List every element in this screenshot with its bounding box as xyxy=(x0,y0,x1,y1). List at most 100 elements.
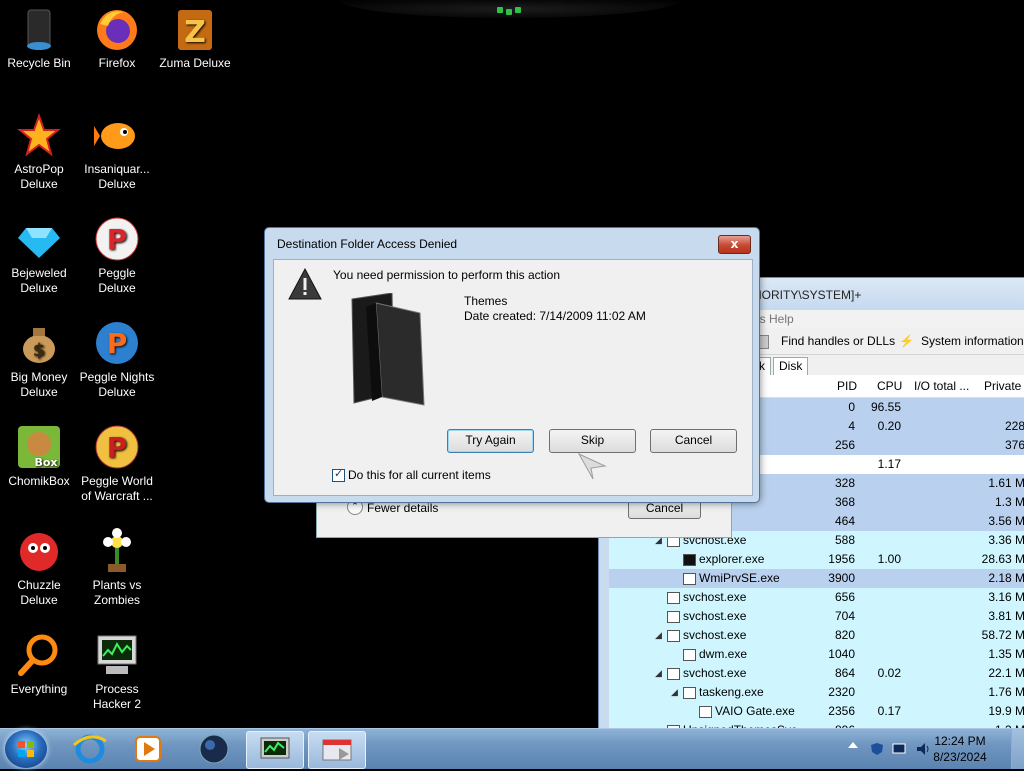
desktop-icon-label: Peggle Nights Deluxe xyxy=(79,370,155,399)
column-private[interactable]: Private xyxy=(984,375,1021,397)
process-cpu: 0.20 xyxy=(877,419,901,433)
process-cpu: 0.17 xyxy=(877,704,901,718)
process-pid: 820 xyxy=(834,628,855,642)
security-shield-icon[interactable] xyxy=(870,742,884,755)
table-row[interactable]: dwm.exe 1040 1.35 M xyxy=(609,645,1024,664)
taskbar-internet-explorer[interactable] xyxy=(62,731,118,767)
gadget-indicator xyxy=(506,9,512,15)
desktop-icon-label: Insaniquar... Deluxe xyxy=(84,162,150,191)
desktop-icon-label: Zuma Deluxe xyxy=(159,56,231,70)
tab-disk[interactable]: Disk xyxy=(773,357,809,375)
table-row[interactable]: ◢ svchost.exe 820 58.72 M xyxy=(609,626,1024,645)
warning-icon xyxy=(287,267,323,304)
show-desktop-button[interactable] xyxy=(1011,729,1024,769)
apply-to-all-label[interactable]: Do this for all current items xyxy=(348,468,491,482)
table-row[interactable]: explorer.exe 1956 1.00 28.63 M xyxy=(609,550,1024,569)
desktop-icon-process-hacker[interactable]: Process Hacker 2 xyxy=(78,632,156,712)
apply-to-all-checkbox[interactable] xyxy=(332,467,345,482)
system-information-button[interactable]: System information xyxy=(921,328,1024,354)
folder-icon xyxy=(346,292,426,412)
svg-text:$: $ xyxy=(33,340,46,361)
column-cpu[interactable]: CPU xyxy=(877,375,902,397)
process-cpu: 1.00 xyxy=(877,552,901,566)
fewer-details-toggle[interactable]: Fewer details xyxy=(367,501,438,515)
desktop-icon-astropop[interactable]: AstroPop Deluxe xyxy=(0,112,78,192)
process-pid: 368 xyxy=(834,495,855,509)
taskbar-file-copy[interactable] xyxy=(308,731,366,769)
find-handles-button[interactable]: Find handles or DLLs xyxy=(781,328,895,354)
money-bag-icon: $ xyxy=(16,320,62,366)
process-cpu: 96.55 xyxy=(870,400,901,414)
taskbar-process-hacker[interactable] xyxy=(246,731,304,769)
process-private-bytes: 228 xyxy=(1004,419,1024,433)
process-private-bytes: 58.72 M xyxy=(981,628,1024,642)
show-hidden-icons-icon[interactable] xyxy=(848,742,858,748)
access-denied-dialog[interactable]: Destination Folder Access Denied x You n… xyxy=(264,227,760,503)
table-row[interactable]: WmiPrvSE.exe 3900 2.18 M xyxy=(609,569,1024,588)
process-private-bytes: 22.1 M xyxy=(988,666,1024,680)
recycle-bin-icon xyxy=(16,6,62,52)
taskbar-globe-app[interactable] xyxy=(186,731,242,767)
desktop-icon-peggle-nights[interactable]: P Peggle Nights Deluxe xyxy=(78,320,156,400)
column-io-total[interactable]: I/O total ... xyxy=(914,375,969,397)
process-cpu: 0.02 xyxy=(877,666,901,680)
desktop-icon-peggle-wow[interactable]: P Peggle World of Warcraft ... xyxy=(78,424,156,504)
table-row[interactable]: ◢ taskeng.exe 2320 1.76 M xyxy=(609,683,1024,702)
taskbar-media-player[interactable] xyxy=(120,731,176,767)
desktop-icon-label: AstroPop Deluxe xyxy=(14,162,64,191)
column-pid[interactable]: PID xyxy=(837,375,857,397)
desktop-icon-peggle[interactable]: P Peggle Deluxe xyxy=(78,216,156,296)
chomikbox-icon: Box xyxy=(16,424,62,470)
svg-text:Z: Z xyxy=(184,15,206,50)
desktop-icon-label: Everything xyxy=(10,682,68,696)
desktop-icon-label: ChomikBox xyxy=(8,474,70,488)
volume-icon[interactable] xyxy=(916,742,930,755)
process-private-bytes: 1.61 M xyxy=(988,476,1024,490)
flower-icon xyxy=(94,528,140,574)
process-private-bytes: 376 xyxy=(1004,438,1024,452)
file-copy-icon xyxy=(322,739,352,761)
process-pid: 328 xyxy=(834,476,855,490)
desktop-icon-everything[interactable]: Everything xyxy=(0,632,78,697)
skip-button[interactable]: Skip xyxy=(549,429,636,453)
table-row[interactable]: VAIO Gate.exe 2356 0.17 19.9 M xyxy=(609,702,1024,721)
expand-toggle-icon[interactable]: ◢ xyxy=(655,626,662,645)
desktop-icon-recycle-bin[interactable]: Recycle Bin xyxy=(0,6,78,71)
desktop-icon-zuma-deluxe[interactable]: Z Zuma Deluxe xyxy=(156,6,234,71)
desktop-icon-big-money[interactable]: $ Big Money Deluxe xyxy=(0,320,78,400)
table-row[interactable]: svchost.exe 704 3.81 M xyxy=(609,607,1024,626)
process-name: svchost.exe xyxy=(683,666,747,680)
desktop-icon-insaniquarium[interactable]: Insaniquar... Deluxe xyxy=(78,112,156,192)
desktop-icon-label: Peggle World of Warcraft ... xyxy=(81,474,153,503)
process-name: dwm.exe xyxy=(699,647,748,661)
expand-toggle-icon[interactable]: ◢ xyxy=(671,683,678,702)
desktop-icon-label: Big Money Deluxe xyxy=(10,370,68,399)
process-icon xyxy=(683,554,696,566)
desktop-icon-firefox[interactable]: Firefox xyxy=(78,6,156,71)
desktop-icon-label: Bejeweled Deluxe xyxy=(11,266,67,295)
network-icon[interactable] xyxy=(892,742,906,755)
process-name: svchost.exe xyxy=(683,590,747,604)
desktop-icon-bejeweled[interactable]: Bejeweled Deluxe xyxy=(0,216,78,296)
desktop-icon-chuzzle[interactable]: Chuzzle Deluxe xyxy=(0,528,78,608)
taskbar: 12:24 PM 8/23/2024 xyxy=(0,728,1024,769)
chuzzle-icon xyxy=(16,528,62,574)
desktop-icon-label: Chuzzle Deluxe xyxy=(17,578,61,607)
desktop-icon-label: Recycle Bin xyxy=(7,56,71,70)
desktop-icon-label: Process Hacker 2 xyxy=(92,682,142,711)
internet-explorer-icon xyxy=(73,734,107,764)
try-again-button[interactable]: Try Again xyxy=(447,429,534,453)
system-clock[interactable]: 12:24 PM 8/23/2024 xyxy=(930,733,990,765)
table-row[interactable]: svchost.exe 656 3.16 M xyxy=(609,588,1024,607)
close-button[interactable]: x xyxy=(718,235,751,254)
desktop-icon-plants-vs-zombies[interactable]: Plants vs Zombies xyxy=(78,528,156,608)
expand-toggle-icon[interactable]: ◢ xyxy=(655,664,662,683)
desktop-icon-chomikbox[interactable]: Box ChomikBox xyxy=(0,424,78,489)
process-icon xyxy=(667,630,680,642)
table-row[interactable]: ◢ svchost.exe 864 0.02 22.1 M xyxy=(609,664,1024,683)
clock-date: 8/23/2024 xyxy=(933,750,987,764)
desktop-icon-label: Peggle Deluxe xyxy=(98,266,136,295)
process-cpu: 1.17 xyxy=(877,457,901,471)
start-button[interactable] xyxy=(5,730,47,768)
cancel-button[interactable]: Cancel xyxy=(650,429,737,453)
